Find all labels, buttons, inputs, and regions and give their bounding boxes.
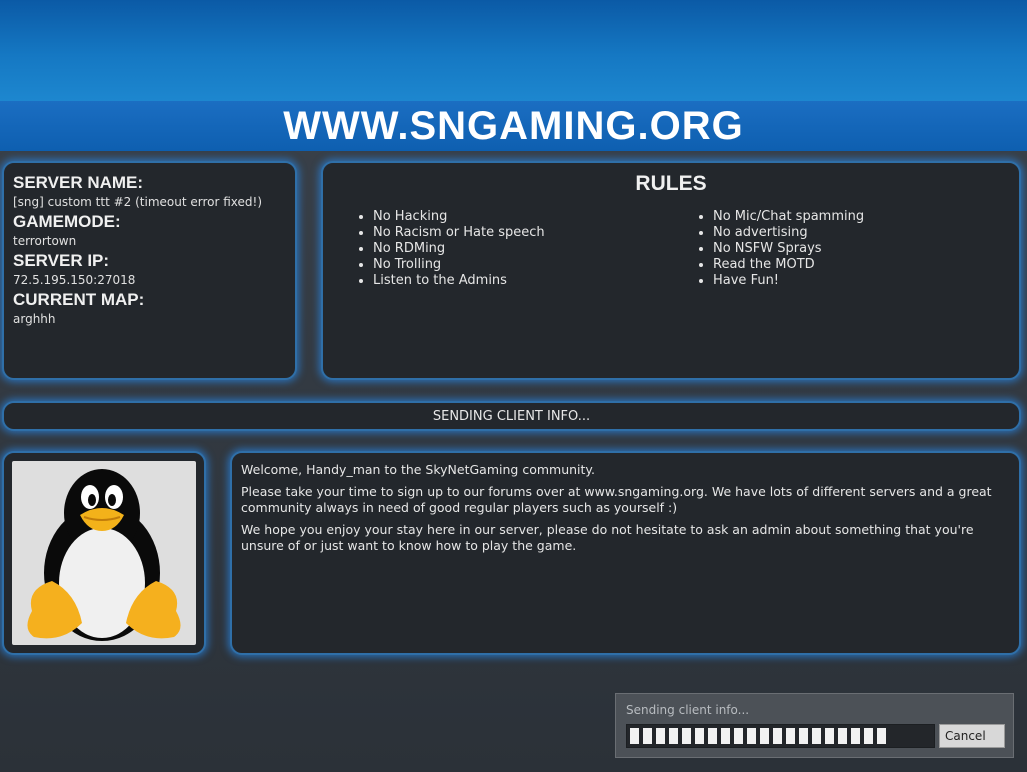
cancel-button[interactable]: Cancel xyxy=(939,724,1005,748)
rules-list-left: No Hacking No Racism or Hate speech No R… xyxy=(357,209,545,289)
rule-item: No Mic/Chat spamming xyxy=(713,209,864,225)
site-title-bar: WWW.SNGAMING.ORG xyxy=(0,101,1027,151)
server-name-label: SERVER NAME: xyxy=(13,173,144,192)
welcome-message-panel: Welcome, Handy_man to the SkyNetGaming c… xyxy=(230,451,1021,655)
progress-bar-fill xyxy=(630,728,886,744)
current-map-label: CURRENT MAP: xyxy=(13,290,145,309)
server-info-panel: SERVER NAME: [sng] custom ttt #2 (timeou… xyxy=(2,161,297,380)
current-map-value: arghhh xyxy=(13,312,56,326)
rule-item: Listen to the Admins xyxy=(373,273,545,289)
rule-item: No RDMing xyxy=(373,241,545,257)
loading-status-text: SENDING CLIENT INFO... xyxy=(432,408,591,424)
rules-title: RULES xyxy=(635,172,707,195)
welcome-line: We hope you enjoy your stay here in our … xyxy=(241,521,974,554)
rule-item: No Racism or Hate speech xyxy=(373,225,545,241)
rule-item: No Hacking xyxy=(373,209,545,225)
avatar-panel xyxy=(2,451,206,655)
rule-item: Read the MOTD xyxy=(713,257,864,273)
header-banner xyxy=(0,0,1027,101)
rules-panel: RULES No Hacking No Racism or Hate speec… xyxy=(321,161,1021,380)
rule-item: No NSFW Sprays xyxy=(713,241,864,257)
server-ip-label: SERVER IP: xyxy=(13,251,110,270)
tux-penguin-graphic xyxy=(27,469,181,641)
progress-bar xyxy=(626,724,935,748)
tux-penguin-icon xyxy=(12,461,196,645)
gamemode-label: GAMEMODE: xyxy=(13,212,121,231)
gamemode-value: terrortown xyxy=(13,234,77,248)
server-name-value: [sng] custom ttt #2 (timeout error fixed… xyxy=(13,195,262,209)
rule-item: No advertising xyxy=(713,225,864,241)
progress-label: Sending client info... xyxy=(626,703,750,717)
rule-item: Have Fun! xyxy=(713,273,864,289)
rule-item: No Trolling xyxy=(373,257,545,273)
site-title: WWW.SNGAMING.ORG xyxy=(283,103,744,148)
welcome-line: Please take your time to sign up to our … xyxy=(241,483,992,516)
loading-status-bar: SENDING CLIENT INFO... xyxy=(2,401,1021,431)
rules-list-right: No Mic/Chat spamming No advertising No N… xyxy=(697,209,864,289)
server-ip-value: 72.5.195.150:27018 xyxy=(13,273,136,287)
welcome-line: Welcome, Handy_man to the SkyNetGaming c… xyxy=(241,462,596,477)
loading-progress-dialog: Sending client info... Cancel xyxy=(615,693,1014,758)
